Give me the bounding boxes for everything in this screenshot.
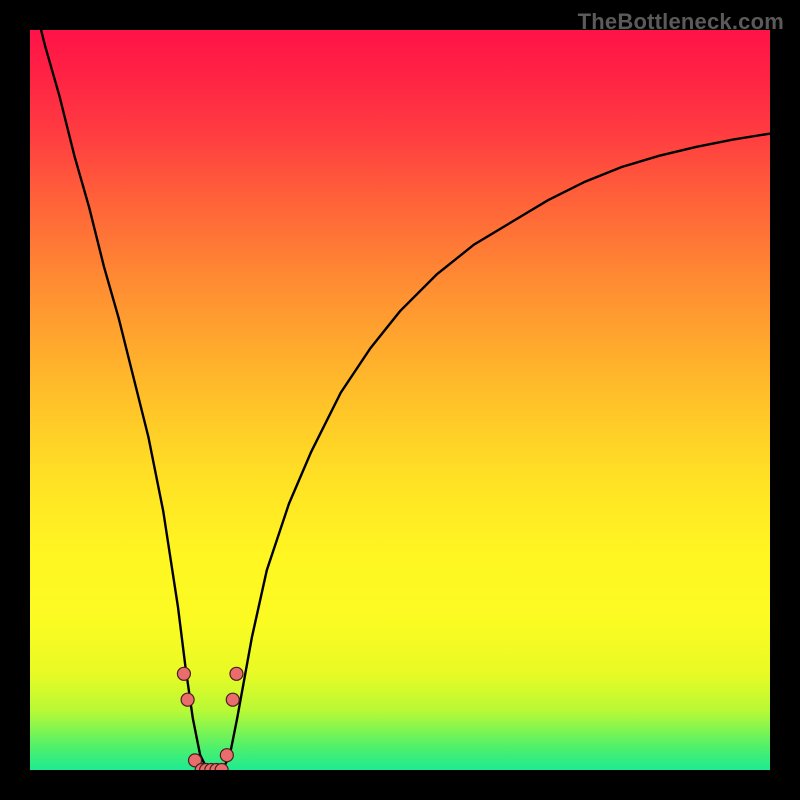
data-marker	[230, 667, 243, 680]
plot-area	[30, 30, 770, 770]
data-marker	[220, 749, 233, 762]
chart-container: TheBottleneck.com	[0, 0, 800, 800]
data-marker	[181, 693, 194, 706]
watermark-text: TheBottleneck.com	[578, 9, 784, 35]
data-marker	[177, 667, 190, 680]
data-marker	[226, 693, 239, 706]
bottleneck-curve	[30, 30, 770, 770]
